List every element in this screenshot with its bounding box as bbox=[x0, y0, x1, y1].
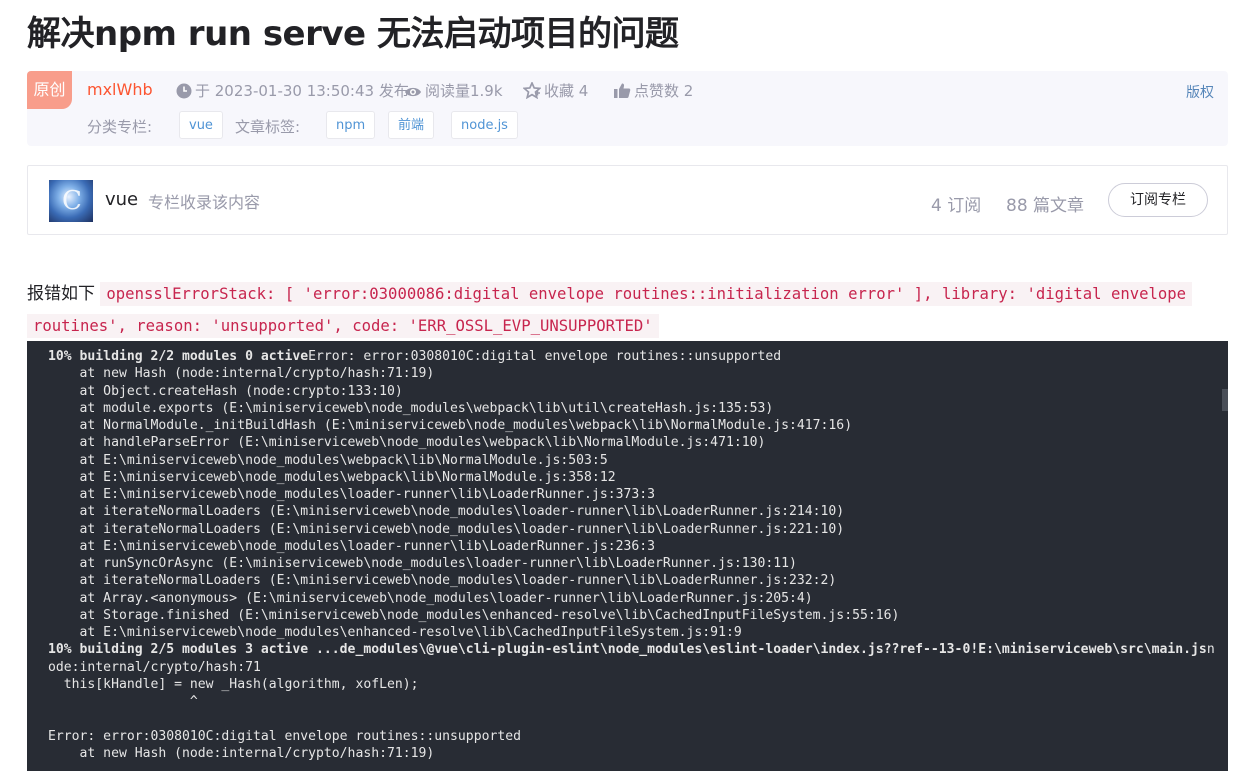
article-tags-label: 文章标签: bbox=[235, 118, 301, 136]
code-line: at E:\miniserviceweb\node_modules\webpac… bbox=[48, 469, 616, 485]
thumbs-up-icon bbox=[613, 82, 631, 105]
error-lead: 报错如下 bbox=[27, 284, 95, 304]
code-line: at new Hash (node:internal/crypto/hash:7… bbox=[48, 366, 435, 382]
article-tag-frontend[interactable]: 前端 bbox=[388, 111, 435, 139]
inline-code-error: opensslErrorStack: [ 'error:03000086:dig… bbox=[100, 282, 1193, 306]
inline-code-error-cont: routines', reason: 'unsupported', code: … bbox=[27, 314, 659, 338]
clock-icon bbox=[176, 83, 192, 105]
read-count: 阅读量1.9k bbox=[404, 80, 503, 105]
code-line: 10% building 2/2 modules 0 activeError: … bbox=[48, 349, 782, 364]
column-thumbnail[interactable]: C bbox=[49, 180, 93, 222]
code-line: at E:\miniserviceweb\node_modules\enhanc… bbox=[48, 625, 742, 640]
code-line: at new Hash (node:internal/crypto/hash:7… bbox=[48, 745, 435, 761]
code-line: 10% building 2/5 modules 3 active ...de_… bbox=[48, 642, 1215, 658]
code-line: at E:\miniserviceweb\node_modules\loader… bbox=[48, 487, 655, 502]
category-tag-vue[interactable]: vue bbox=[179, 111, 223, 139]
code-line: at runSyncOrAsync (E:\miniserviceweb\nod… bbox=[48, 556, 797, 571]
article-tag-npm[interactable]: npm bbox=[326, 111, 376, 139]
code-line: at E:\miniserviceweb\node_modules\webpac… bbox=[48, 452, 608, 468]
code-line: Error: error:0308010C:digital envelope r… bbox=[48, 728, 521, 744]
column-card: C vue 专栏收录该内容 4 订阅 88 篇文章 订阅专栏 bbox=[27, 165, 1228, 235]
copyright-link[interactable]: 版权 bbox=[1186, 82, 1214, 102]
code-line: at iterateNormalLoaders (E:\miniservicew… bbox=[48, 573, 837, 589]
column-article-count: 88 篇文章 bbox=[1006, 196, 1085, 216]
original-badge: 原创 bbox=[27, 71, 72, 109]
error-intro: 报错如下 opensslErrorStack: [ 'error:0300008… bbox=[27, 278, 1237, 342]
article-tag-nodejs[interactable]: node.js bbox=[451, 111, 518, 139]
column-description: 专栏收录该内容 bbox=[148, 193, 261, 212]
subscribe-column-button[interactable]: 订阅专栏 bbox=[1108, 183, 1208, 217]
code-scrollbar[interactable] bbox=[1222, 389, 1228, 411]
code-block: 10% building 2/2 modules 0 activeError: … bbox=[27, 341, 1228, 771]
eye-icon bbox=[404, 83, 422, 105]
code-line: at module.exports (E:\miniserviceweb\nod… bbox=[48, 400, 774, 416]
code-line: ode:internal/crypto/hash:71 bbox=[48, 659, 261, 675]
column-name[interactable]: vue bbox=[105, 189, 138, 210]
article-title: 解决npm run serve 无法启动项目的问题 bbox=[27, 14, 679, 54]
article-meta: 原创 mxlWhb 于 2023-01-30 13:50:43 发布 阅读量1.… bbox=[27, 71, 1228, 146]
code-line: at iterateNormalLoaders (E:\miniservicew… bbox=[48, 504, 845, 520]
category-label: 分类专栏: bbox=[87, 118, 153, 136]
author-link[interactable]: mxlWhb bbox=[87, 80, 153, 99]
code-content: 10% building 2/2 modules 0 activeError: … bbox=[27, 341, 1228, 762]
code-line: at Storage.finished (E:\miniserviceweb\n… bbox=[48, 607, 900, 623]
code-line: at iterateNormalLoaders (E:\miniservicew… bbox=[48, 521, 845, 537]
column-subscribers: 4 订阅 bbox=[931, 196, 982, 216]
publish-time: 于 2023-01-30 13:50:43 发布 bbox=[176, 80, 409, 105]
code-line: at NormalModule._initBuildHash (E:\minis… bbox=[48, 418, 853, 433]
code-line: at Array.<anonymous> (E:\miniserviceweb\… bbox=[48, 590, 813, 606]
like-count[interactable]: 点赞数 2 bbox=[613, 80, 693, 105]
code-line: at Object.createHash (node:crypto:133:10… bbox=[48, 383, 403, 399]
star-icon bbox=[522, 80, 542, 105]
favorite-count[interactable]: 收藏 4 bbox=[522, 80, 588, 105]
code-line: ^ bbox=[48, 694, 198, 709]
code-line: at handleParseError (E:\miniserviceweb\n… bbox=[48, 435, 766, 451]
code-line: at E:\miniserviceweb\node_modules\loader… bbox=[48, 538, 655, 554]
code-line: this[kHandle] = new _Hash(algorithm, xof… bbox=[48, 676, 419, 692]
